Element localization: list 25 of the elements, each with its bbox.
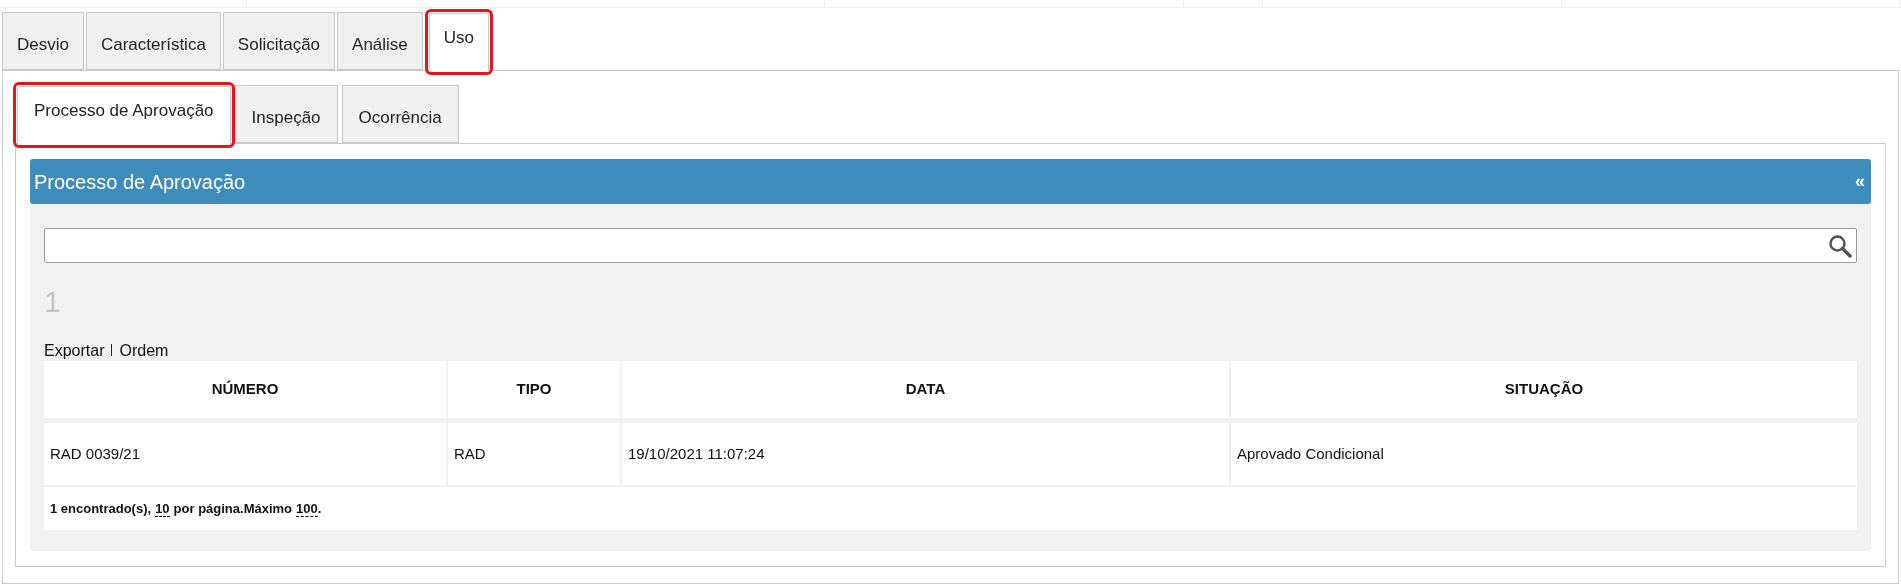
column-header: TIPO <box>446 361 620 418</box>
page-size-link[interactable]: 10 <box>155 500 170 517</box>
tab[interactable]: Ocorrência <box>341 85 459 143</box>
table-cell: Aprovado Condicional <box>1229 423 1857 485</box>
panel-title: Processo de Aprovação <box>34 169 246 195</box>
column-header: SITUAÇÃO <box>1229 361 1857 418</box>
column-header: DATA <box>620 361 1229 418</box>
tab[interactable]: Desvio <box>2 12 84 70</box>
search-field[interactable] <box>44 228 1857 263</box>
table-cell-text: RAD 0039/21 <box>49 443 142 464</box>
page-size-link[interactable]: 100 <box>296 500 318 517</box>
results-text: 1 encontrado(s), <box>50 499 152 518</box>
collapse-button[interactable]: « <box>1855 168 1865 195</box>
search-icon[interactable] <box>1828 233 1852 258</box>
tab[interactable]: Solicitação <box>222 12 336 70</box>
action-link[interactable]: Exportar <box>44 341 105 361</box>
action-link[interactable]: Ordem <box>119 341 169 361</box>
results-text: por página.Máximo <box>173 499 293 518</box>
tab[interactable]: Característica <box>85 12 221 70</box>
column-header: NÚMERO <box>210 379 280 400</box>
table-cell: 19/10/2021 11:07:24 <box>620 423 1229 485</box>
table-cell: RAD <box>446 423 620 485</box>
results-text: . <box>317 499 322 518</box>
tab[interactable]: Análise <box>337 12 423 70</box>
tab[interactable]: Inspeção <box>234 85 338 143</box>
